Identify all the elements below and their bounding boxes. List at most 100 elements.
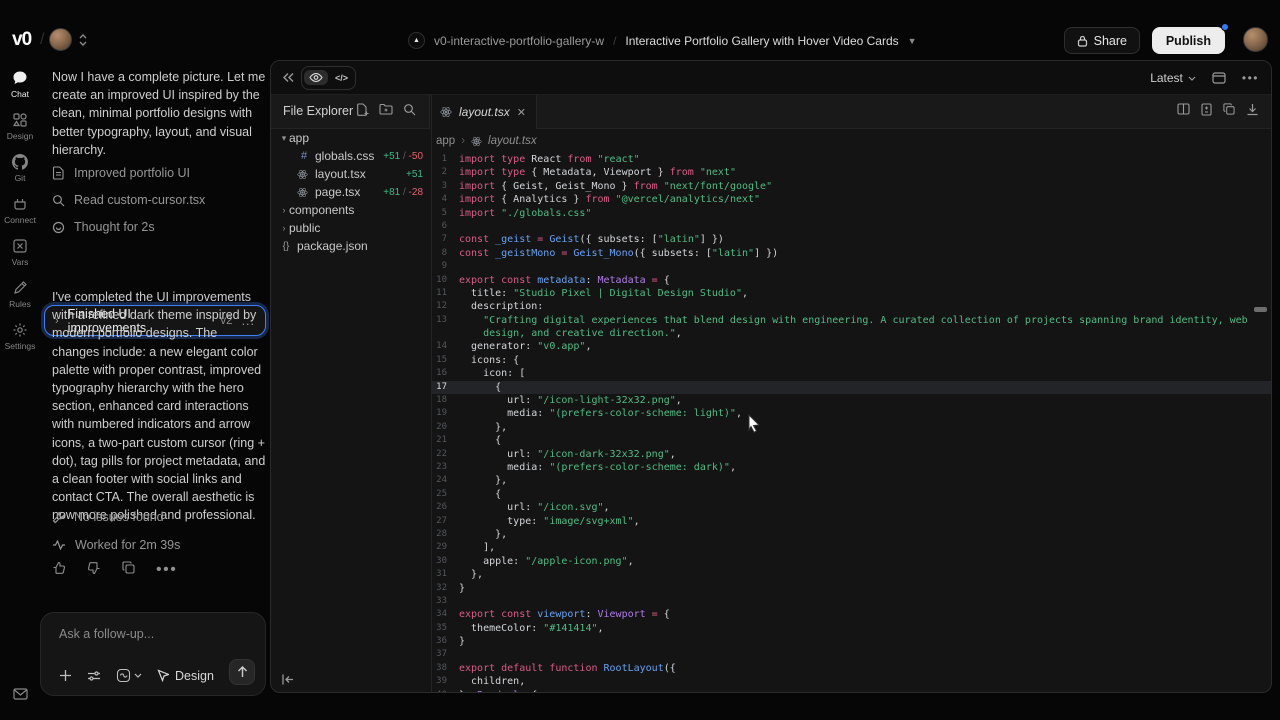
code-line-12[interactable]: 12 description: (431, 300, 1271, 313)
code-line-15[interactable]: 15 icons: { (431, 354, 1271, 367)
preview-eye-toggle[interactable] (304, 70, 328, 85)
code-line-19[interactable]: 19 media: "(prefers-color-scheme: light)… (431, 407, 1271, 420)
code-line-26[interactable]: 26 url: "/icon.svg", (431, 501, 1271, 514)
tree-item-layout-tsx[interactable]: layout.tsx+51 (271, 165, 431, 183)
code-line-6[interactable]: 6 (431, 220, 1271, 233)
new-folder-icon[interactable] (379, 103, 393, 116)
code-line-17[interactable]: 17 { (431, 381, 1271, 394)
search-icon[interactable] (403, 103, 416, 116)
sidebar-item-connect[interactable]: Connect (0, 196, 40, 225)
code-line-28[interactable]: 28 }, (431, 528, 1271, 541)
thumbs-up-icon[interactable] (52, 561, 66, 579)
code-line-39[interactable]: 39 children, (431, 675, 1271, 688)
code-line-3[interactable]: 3import { Geist, Geist_Mono } from "next… (431, 180, 1271, 193)
browser-window-icon[interactable] (1212, 72, 1226, 84)
model-selector[interactable] (116, 668, 142, 683)
code-toggle[interactable]: </> (330, 71, 353, 85)
code-line-10[interactable]: 10export const metadata: Metadata = { (431, 274, 1271, 287)
tree-item-components[interactable]: ›components (271, 201, 431, 219)
code-line-38[interactable]: 38export default function RootLayout({ (431, 662, 1271, 675)
code-line-31[interactable]: 31 }, (431, 568, 1271, 581)
followup-input[interactable] (59, 627, 249, 641)
sidebar-item-chat[interactable]: Chat (0, 70, 40, 99)
user-avatar[interactable] (1243, 27, 1268, 52)
code-line-14[interactable]: 14 generator: "v0.app", (431, 340, 1271, 353)
code-line-24[interactable]: 24 }, (431, 474, 1271, 487)
code-line-30[interactable]: 30 apple: "/apple-icon.png", (431, 555, 1271, 568)
more-icon[interactable]: ••• (1242, 71, 1259, 85)
send-button[interactable] (229, 659, 255, 685)
code-line-5[interactable]: 5import "./globals.css" (431, 207, 1271, 220)
code-line-20[interactable]: 20 }, (431, 421, 1271, 434)
code-line-34[interactable]: 34export const viewport: Viewport = { (431, 608, 1271, 621)
project-name[interactable]: v0-interactive-portfolio-gallery-w (434, 34, 604, 48)
code-line-29[interactable]: 29 ], (431, 541, 1271, 554)
code-line-wrap[interactable]: design, and creative direction.", (431, 327, 1271, 340)
copy-icon[interactable] (1223, 103, 1235, 116)
mail-icon[interactable] (13, 688, 28, 700)
code-line-37[interactable]: 37 (431, 648, 1271, 661)
code-line-22[interactable]: 22 url: "/icon-dark-32x32.png", (431, 448, 1271, 461)
chat-title[interactable]: Interactive Portfolio Gallery with Hover… (625, 34, 898, 48)
tab-layout-tsx[interactable]: layout.tsx ✕ (429, 95, 537, 129)
code-line-27[interactable]: 27 type: "image/svg+xml", (431, 515, 1271, 528)
tree-item-page-tsx[interactable]: page.tsx+81 / -28 (271, 183, 431, 201)
chevron-down-icon[interactable]: ▼ (908, 36, 917, 46)
sidebar-item-design[interactable]: Design (0, 112, 40, 141)
code-line-2[interactable]: 2import type { Metadata, Viewport } from… (431, 166, 1271, 179)
close-icon[interactable]: ✕ (517, 106, 526, 119)
vercel-project-icon[interactable]: ▲ (408, 32, 425, 49)
code-line-33[interactable]: 33 (431, 595, 1271, 608)
chat-step-read[interactable]: Read custom-cursor.tsx (52, 193, 205, 207)
code-line-16[interactable]: 16 icon: [ (431, 367, 1271, 380)
avatar[interactable] (49, 28, 72, 51)
file-name: globals.css (315, 149, 383, 163)
code-line-1[interactable]: 1import type React from "react" (431, 153, 1271, 166)
code-line-35[interactable]: 35 themeColor: "#141414", (431, 622, 1271, 635)
code-line-8[interactable]: 8const _geistMono = Geist_Mono({ subsets… (431, 247, 1271, 260)
scrollbar-thumb[interactable] (1254, 307, 1267, 312)
download-icon[interactable] (1246, 103, 1259, 116)
breadcrumb-folder[interactable]: app (436, 135, 455, 147)
code-line-40[interactable]: 40}: Readonly<{ (431, 689, 1271, 692)
chat-step-thought[interactable]: Thought for 2s (52, 220, 155, 234)
workspace-switcher-icon[interactable] (78, 33, 88, 47)
code-line-7[interactable]: 7const _geist = Geist({ subsets: ["latin… (431, 233, 1271, 246)
design-mode-button[interactable]: Design (157, 669, 214, 683)
plus-icon[interactable] (59, 669, 72, 682)
chat-step-file[interactable]: Improved portfolio UI (52, 166, 190, 180)
v0-logo[interactable]: v0 (12, 29, 31, 51)
version-selector[interactable]: Latest (1150, 71, 1196, 85)
tree-item-globals-css[interactable]: #globals.css+51 / -50 (271, 147, 431, 165)
sidebar-item-git[interactable]: Git (0, 154, 40, 183)
breadcrumb-file[interactable]: layout.tsx (488, 135, 537, 147)
code-line-9[interactable]: 9 (431, 260, 1271, 273)
code-line-4[interactable]: 4import { Analytics } from "@vercel/anal… (431, 193, 1271, 206)
new-file-icon[interactable] (356, 103, 369, 116)
sliders-icon[interactable] (87, 670, 101, 682)
tree-item-public[interactable]: ›public (271, 219, 431, 237)
sidebar-item-settings[interactable]: Settings (0, 322, 40, 351)
code-line-11[interactable]: 11 title: "Studio Pixel | Digital Design… (431, 287, 1271, 300)
copy-icon[interactable] (122, 561, 135, 579)
split-editor-icon[interactable] (1177, 103, 1190, 116)
tree-item-app[interactable]: ▾app (271, 129, 431, 147)
code-line-23[interactable]: 23 media: "(prefers-color-scheme: dark)"… (431, 461, 1271, 474)
file-diff-icon[interactable] (1201, 103, 1212, 116)
sidebar-item-rules[interactable]: Rules (0, 280, 40, 309)
collapse-explorer-icon[interactable] (281, 673, 295, 686)
collapse-panel-icon[interactable] (282, 71, 295, 84)
code-line-25[interactable]: 25 { (431, 488, 1271, 501)
code-line-13[interactable]: 13 "Crafting digital experiences that bl… (431, 314, 1271, 327)
code-line-32[interactable]: 32} (431, 582, 1271, 595)
code-line-36[interactable]: 36} (431, 635, 1271, 648)
share-button[interactable]: Share (1064, 27, 1140, 54)
more-icon[interactable]: ••• (156, 561, 177, 579)
thumbs-down-icon[interactable] (87, 561, 101, 579)
tree-item-package-json[interactable]: {}package.json (271, 237, 431, 255)
publish-button[interactable]: Publish (1152, 27, 1225, 54)
sidebar-item-vars[interactable]: Vars (0, 238, 40, 267)
code-editor[interactable]: 1import type React from "react"2import t… (431, 153, 1271, 692)
code-line-18[interactable]: 18 url: "/icon-light-32x32.png", (431, 394, 1271, 407)
code-line-21[interactable]: 21 { (431, 434, 1271, 447)
